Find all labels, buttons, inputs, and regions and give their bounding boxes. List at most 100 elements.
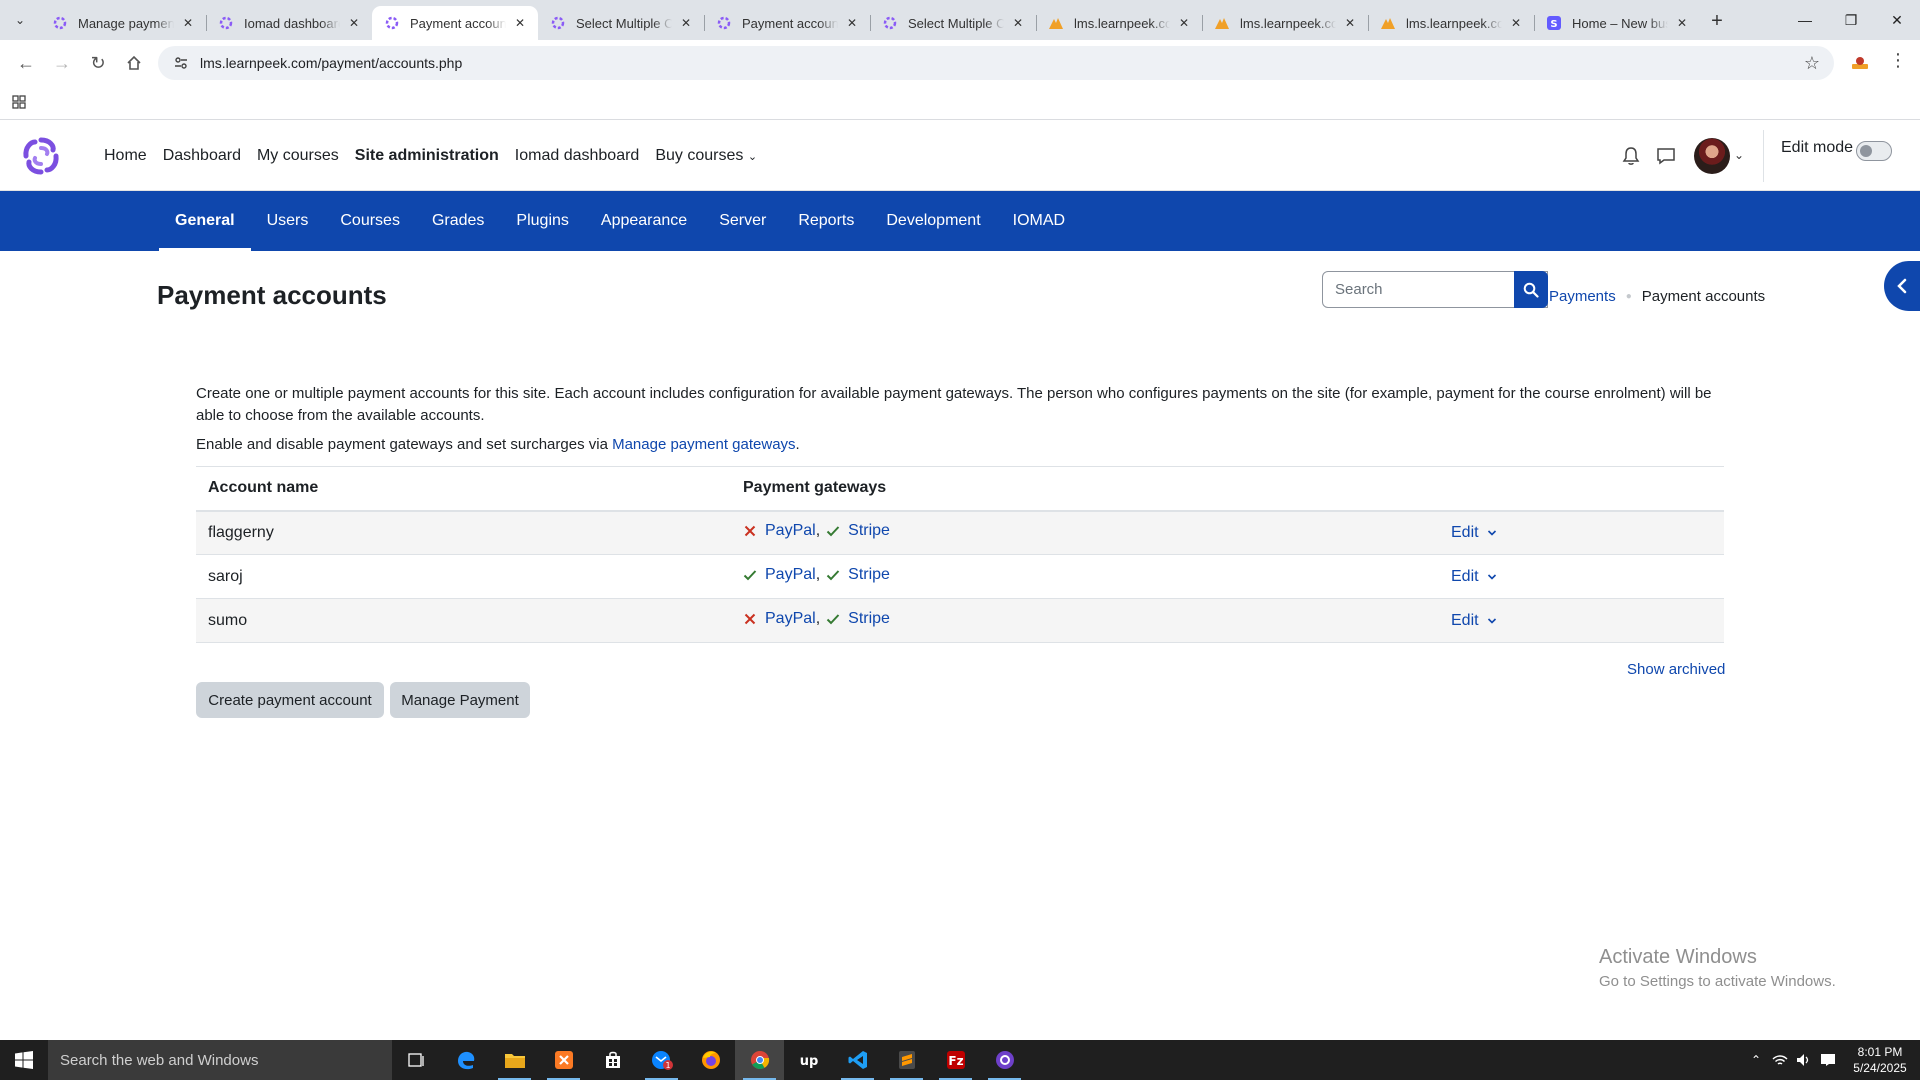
apps-grid-icon[interactable] — [12, 95, 26, 114]
site-logo-icon[interactable] — [20, 136, 62, 176]
tab-plugins[interactable]: Plugins — [500, 191, 584, 251]
action-center-icon[interactable] — [1816, 1040, 1840, 1080]
show-archived-link[interactable]: Show archived — [1627, 661, 1725, 678]
windows-start-icon[interactable] — [0, 1040, 48, 1080]
search-button[interactable] — [1514, 271, 1548, 308]
close-icon[interactable]: ✕ — [1176, 15, 1192, 31]
chevron-down-icon[interactable]: ⌄ — [1734, 148, 1744, 162]
close-icon[interactable]: ✕ — [1342, 15, 1358, 31]
task-view-icon[interactable] — [392, 1040, 441, 1080]
upwork-icon[interactable]: up — [784, 1040, 833, 1080]
network-icon[interactable] — [1768, 1040, 1792, 1080]
mail-icon[interactable]: 1 — [637, 1040, 686, 1080]
address-bar[interactable]: lms.learnpeek.com/payment/accounts.php ☆ — [158, 46, 1834, 80]
edit-menu-button[interactable]: Edit — [1451, 568, 1497, 586]
back-arrow-icon[interactable]: ← — [8, 45, 44, 81]
browser-tab[interactable]: lms.learnpeek.com ✕ — [1368, 6, 1534, 40]
xampp-icon[interactable] — [539, 1040, 588, 1080]
bookmark-star-icon[interactable]: ☆ — [1804, 53, 1820, 74]
moodle-favicon-icon — [384, 15, 400, 31]
reload-icon[interactable]: ↻ — [80, 45, 116, 81]
browser-tab[interactable]: Manage payment ✕ — [40, 6, 206, 40]
browser-tab[interactable]: lms.learnpeek.com ✕ — [1202, 6, 1368, 40]
browser-menu-icon[interactable]: ⋮ — [1888, 50, 1908, 71]
user-avatar[interactable] — [1694, 138, 1730, 174]
browser-tab[interactable]: Select Multiple Co ✕ — [538, 6, 704, 40]
taskbar-search-input[interactable]: Search the web and Windows — [48, 1040, 392, 1080]
nav-my-courses[interactable]: My courses — [257, 147, 339, 165]
volume-icon[interactable] — [1792, 1040, 1816, 1080]
paypal-link[interactable]: PayPal — [765, 522, 816, 540]
home-icon[interactable] — [116, 45, 152, 81]
manage-payment-gateways-link[interactable]: Manage payment gateways — [612, 436, 795, 453]
chrome-icon[interactable] — [735, 1040, 784, 1080]
nav-dashboard[interactable]: Dashboard — [163, 147, 241, 165]
edit-menu-button[interactable]: Edit — [1451, 612, 1497, 630]
stripe-link[interactable]: Stripe — [848, 522, 890, 540]
create-payment-account-button[interactable]: Create payment account — [196, 682, 384, 718]
tab-users[interactable]: Users — [251, 191, 325, 251]
close-icon[interactable]: ✕ — [346, 15, 362, 31]
browser-tab[interactable]: lms.learnpeek.com ✕ — [1036, 6, 1202, 40]
nav-iomad-dashboard[interactable]: Iomad dashboard — [515, 147, 640, 165]
tab-server[interactable]: Server — [703, 191, 782, 251]
browser-tab[interactable]: Iomad dashboard ✕ — [206, 6, 372, 40]
gateway-stripe: Stripe — [826, 522, 890, 540]
extension-icon[interactable] — [1850, 53, 1870, 73]
close-icon[interactable]: ✕ — [678, 15, 694, 31]
restore-icon[interactable]: ❐ — [1828, 0, 1874, 40]
forward-arrow-icon[interactable]: → — [44, 45, 80, 81]
browser-tab-active[interactable]: Payment accounts ✕ — [372, 6, 538, 40]
tab-reports[interactable]: Reports — [782, 191, 870, 251]
new-tab-button[interactable]: + — [1700, 4, 1734, 38]
clock-date: 5/24/2025 — [1853, 1061, 1907, 1075]
site-info-icon[interactable] — [172, 54, 190, 72]
close-icon[interactable]: ✕ — [1508, 15, 1524, 31]
minimize-icon[interactable]: — — [1782, 0, 1828, 40]
close-icon[interactable]: ✕ — [1674, 15, 1690, 31]
breadcrumb-payments[interactable]: Payments — [1549, 288, 1616, 305]
paypal-link[interactable]: PayPal — [765, 566, 816, 584]
browser-tab[interactable]: S Home – New busi ✕ — [1534, 6, 1700, 40]
moodle-favicon-icon — [882, 15, 898, 31]
edit-mode-label: Edit mode — [1781, 139, 1854, 156]
edge-browser-icon[interactable] — [441, 1040, 490, 1080]
block-drawer-toggle[interactable] — [1884, 261, 1920, 311]
edit-mode-toggle[interactable] — [1856, 141, 1892, 161]
payment-accounts-table: Account name Payment gateways flaggerny P… — [196, 466, 1724, 643]
separator-comma: , — [815, 566, 821, 583]
window-close-icon[interactable]: ✕ — [1874, 0, 1920, 40]
github-desktop-icon[interactable] — [980, 1040, 1029, 1080]
tab-general[interactable]: General — [159, 191, 251, 251]
nav-home[interactable]: Home — [104, 147, 147, 165]
tab-courses[interactable]: Courses — [324, 191, 416, 251]
paypal-link[interactable]: PayPal — [765, 610, 816, 628]
tab-grades[interactable]: Grades — [416, 191, 500, 251]
store-icon[interactable] — [588, 1040, 637, 1080]
notification-bell-icon[interactable] — [1622, 146, 1640, 171]
chevron-up-icon[interactable]: ⌃ — [1744, 1040, 1768, 1080]
taskbar-clock[interactable]: 8:01 PM 5/24/2025 — [1840, 1044, 1920, 1076]
sublime-text-icon[interactable] — [882, 1040, 931, 1080]
nav-buy-courses[interactable]: Buy courses ⌄ — [655, 147, 757, 165]
vscode-icon[interactable] — [833, 1040, 882, 1080]
close-icon[interactable]: ✕ — [512, 15, 528, 31]
tab-development[interactable]: Development — [870, 191, 996, 251]
firefox-icon[interactable] — [686, 1040, 735, 1080]
close-icon[interactable]: ✕ — [1010, 15, 1026, 31]
stripe-link[interactable]: Stripe — [848, 610, 890, 628]
manage-payment-button[interactable]: Manage Payment — [390, 682, 530, 718]
tab-iomad[interactable]: IOMAD — [997, 191, 1081, 251]
browser-tab[interactable]: Payment accounts ✕ — [704, 6, 870, 40]
nav-site-administration[interactable]: Site administration — [355, 147, 499, 165]
stripe-link[interactable]: Stripe — [848, 566, 890, 584]
messages-icon[interactable] — [1656, 146, 1676, 171]
browser-tab[interactable]: Select Multiple Co ✕ — [870, 6, 1036, 40]
edit-menu-button[interactable]: Edit — [1451, 524, 1497, 542]
filezilla-icon[interactable]: Fz — [931, 1040, 980, 1080]
close-icon[interactable]: ✕ — [844, 15, 860, 31]
tab-appearance[interactable]: Appearance — [585, 191, 703, 251]
tab-search-chevron-icon[interactable]: ⌄ — [0, 0, 40, 40]
file-explorer-icon[interactable] — [490, 1040, 539, 1080]
close-icon[interactable]: ✕ — [180, 15, 196, 31]
